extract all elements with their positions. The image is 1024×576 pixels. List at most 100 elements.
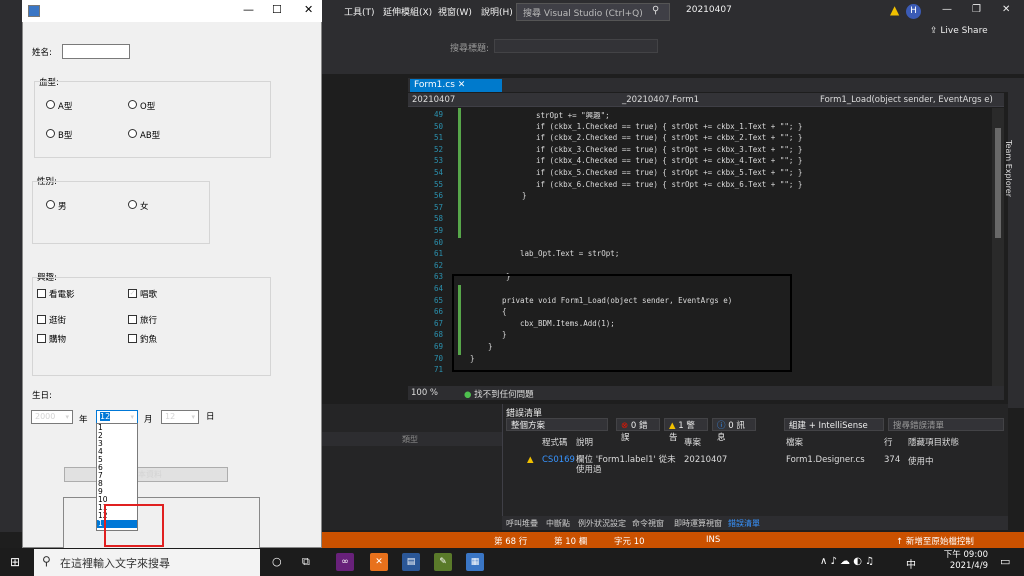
form-app-icon[interactable]: ▦: [466, 553, 484, 571]
year-combo[interactable]: 2000 ▾: [31, 410, 73, 424]
status-char: 字元 10: [614, 537, 645, 547]
month-option[interactable]: 5: [97, 456, 137, 464]
form-minimize-icon[interactable]: —: [243, 3, 254, 16]
tab-label: Form1.cs: [414, 80, 455, 90]
form-maximize-icon[interactable]: ☐: [272, 3, 282, 16]
dev-tool-icon[interactable]: ▤: [402, 553, 420, 571]
month-option[interactable]: 1: [97, 424, 137, 432]
col-line[interactable]: 行: [884, 436, 893, 448]
radio-blood-o[interactable]: [128, 100, 137, 109]
checkbox-shopping-street[interactable]: [37, 315, 46, 324]
name-input[interactable]: [62, 44, 130, 59]
line-number: 68: [433, 330, 443, 340]
code-line[interactable]: if (ckbx_4.Checked == true) { strOpt += …: [536, 156, 802, 165]
zoom-level[interactable]: 100 %: [411, 388, 438, 398]
radio-blood-ab[interactable]: [128, 129, 137, 138]
close-icon[interactable]: ✕: [1002, 4, 1010, 15]
day-combo[interactable]: 12 ▾: [161, 410, 199, 424]
col-desc[interactable]: 說明: [576, 436, 593, 448]
menu-window[interactable]: 視窗(W): [438, 5, 472, 18]
code-line[interactable]: if (ckbx_6.Checked == true) { strOpt += …: [536, 180, 802, 189]
checkbox-fishing[interactable]: [128, 334, 137, 343]
xampp-icon[interactable]: ✕: [370, 553, 388, 571]
restore-icon[interactable]: ❐: [972, 4, 981, 15]
radio-blood-b[interactable]: [46, 129, 55, 138]
code-line[interactable]: if (ckbx_5.Checked == true) { strOpt += …: [536, 168, 802, 177]
error-search-input[interactable]: 搜尋錯誤清單: [888, 418, 1004, 431]
app-icon[interactable]: ✎: [434, 553, 452, 571]
code-line[interactable]: if (ckbx_3.Checked == true) { strOpt += …: [536, 145, 802, 154]
month-option[interactable]: 8: [97, 480, 137, 488]
search-icon[interactable]: ⚲: [652, 5, 659, 16]
avatar[interactable]: H: [906, 4, 921, 19]
radio-male[interactable]: [46, 200, 55, 209]
radio-blood-a[interactable]: [46, 100, 55, 109]
tray-icons[interactable]: ∧ ♪ ☁ ◐ ♫: [820, 556, 874, 567]
code-line[interactable]: strOpt += "興趣";: [536, 110, 610, 121]
taskbar-clock[interactable]: 下午 09:00 2021/4/9: [938, 550, 988, 572]
code-line[interactable]: }: [522, 191, 527, 200]
windows-start-icon[interactable]: ⊞: [10, 555, 20, 569]
checkbox-shopping[interactable]: [37, 334, 46, 343]
menu-extensions[interactable]: 延伸模組(X): [383, 5, 432, 18]
line-number: 65: [433, 295, 443, 305]
radio-female[interactable]: [128, 200, 137, 209]
task-view-icon[interactable]: ⧉: [302, 555, 310, 569]
build-filter-dropdown[interactable]: 組建 + IntelliSense: [784, 418, 884, 431]
col-project[interactable]: 專案: [684, 436, 701, 448]
taskbar-search-input[interactable]: 在這裡輸入文字來搜尋: [34, 549, 260, 576]
notification-icon[interactable]: ▭: [1000, 555, 1010, 568]
minimize-icon[interactable]: —: [942, 4, 952, 15]
code-line[interactable]: if (ckbx_2.Checked == true) { strOpt += …: [536, 133, 802, 142]
month-option[interactable]: 3: [97, 440, 137, 448]
line-number: 64: [433, 284, 443, 293]
month-option[interactable]: 2: [97, 432, 137, 440]
line-number: 53: [433, 156, 443, 166]
vs-search-input[interactable]: 搜尋 Visual Studio (Ctrl+Q): [516, 3, 670, 21]
menu-tools[interactable]: 工具(T): [344, 5, 375, 18]
search-title-combo[interactable]: [494, 39, 658, 53]
tab-breakpoints[interactable]: 中斷點: [546, 518, 570, 529]
visual-studio-icon[interactable]: ∞: [336, 553, 354, 571]
tab-call-stack[interactable]: 呼叫堆疊: [506, 518, 538, 529]
month-option[interactable]: 7: [97, 472, 137, 480]
chevron-down-icon: ▾: [130, 413, 134, 421]
month-option[interactable]: 4: [97, 448, 137, 456]
scrollbar-thumb[interactable]: [995, 128, 1001, 238]
checkbox-travel[interactable]: [128, 315, 137, 324]
live-share-button[interactable]: ⇪ Live Share: [930, 26, 988, 36]
tab-immediate-window[interactable]: 即時運算視窗: [674, 518, 722, 529]
checkbox-singing[interactable]: ✓: [128, 289, 137, 298]
nav-member-dropdown[interactable]: Form1_Load(object sender, EventArgs e): [820, 95, 993, 105]
team-explorer-label: Team Explorer: [1004, 140, 1013, 197]
tab-command-window[interactable]: 命令視窗: [632, 518, 664, 529]
nav-project-dropdown[interactable]: 20210407: [412, 95, 455, 105]
scope-dropdown[interactable]: 整個方案: [506, 418, 608, 431]
tab-error-list[interactable]: 錯誤清單: [728, 518, 760, 529]
error-project: 20210407: [684, 455, 728, 465]
team-explorer-tab[interactable]: [1008, 78, 1024, 408]
nav-class-dropdown[interactable]: _20210407.Form1: [622, 95, 699, 105]
code-line[interactable]: if (ckbx_1.Checked == true) { strOpt += …: [536, 122, 802, 131]
errors-filter-button[interactable]: ⊗ 0 錯誤: [616, 418, 660, 443]
ime-indicator[interactable]: 中: [906, 556, 916, 571]
menu-help[interactable]: 說明(H): [481, 5, 513, 18]
error-code-link[interactable]: CS0169: [542, 455, 575, 465]
col-code[interactable]: 程式碼: [542, 436, 568, 448]
tab-exception-settings[interactable]: 例外狀況設定: [578, 518, 626, 529]
basic-info-button[interactable]: 基本資料: [64, 467, 228, 482]
col-file[interactable]: 檔案: [786, 436, 803, 448]
col-state[interactable]: 隱藏項目狀態: [908, 436, 959, 448]
tab-form1-cs[interactable]: Form1.cs ✕: [410, 79, 502, 92]
warnings-filter-button[interactable]: ▲ 1 警告: [664, 418, 708, 443]
checkbox-movies[interactable]: [37, 289, 46, 298]
form-close-icon[interactable]: ✕: [304, 3, 313, 16]
code-line[interactable]: lab_Opt.Text = strOpt;: [520, 249, 619, 258]
cortana-icon[interactable]: ○: [272, 555, 282, 568]
month-option[interactable]: 6: [97, 464, 137, 472]
warning-icon[interactable]: ▲: [890, 3, 899, 17]
source-control-button[interactable]: ↑ 新增至原始檔控制: [896, 535, 974, 547]
messages-filter-button[interactable]: ⓘ 0 訊息: [712, 418, 756, 443]
month-combo[interactable]: 12 ▾: [96, 410, 138, 424]
form-app-icon: [28, 5, 40, 17]
